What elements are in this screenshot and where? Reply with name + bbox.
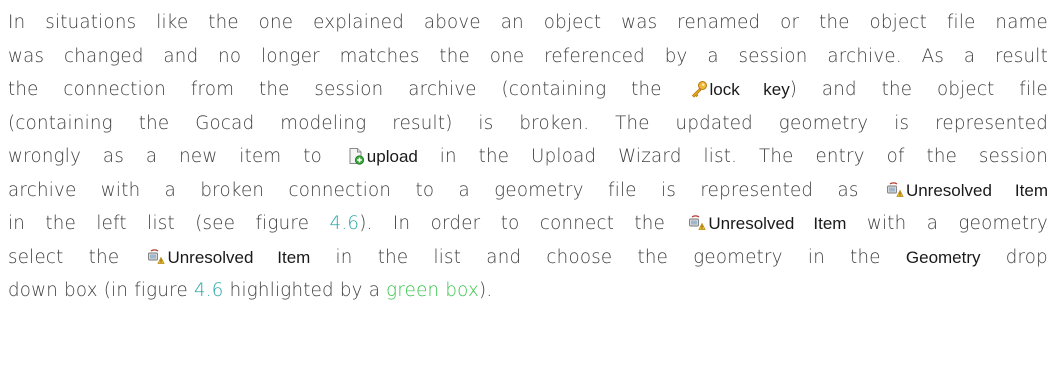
text: in the Upload Wizard list. The entry of … (439, 146, 1048, 167)
text: was changed and no longer matches the on… (8, 45, 1048, 67)
text: ). (478, 280, 493, 301)
unresolved-item-icon (688, 214, 707, 232)
text: ). In order to connect the (359, 213, 666, 234)
text: in the list and choose the geometry in t… (335, 246, 881, 268)
body-paragraph: In situations like the one explained abo… (8, 0, 1048, 308)
text: down box (in figure (8, 280, 188, 301)
lock-key-term: lock key (709, 80, 790, 99)
line-7: in the left list (see figure 4.6). In or… (8, 207, 1048, 241)
document-page: In situations like the one explained abo… (0, 0, 1056, 391)
text: ) and the object file (789, 79, 1048, 100)
text: (containing the Gocad modeling result) i… (8, 112, 1048, 134)
line-8: select the Unresolved Item in the list a… (8, 241, 1048, 275)
upload-term: upload (366, 147, 418, 166)
text: drop (1005, 246, 1048, 268)
key-icon (690, 80, 708, 98)
text: select the (8, 246, 120, 268)
line-1: In situations like the one explained abo… (8, 6, 1048, 40)
upload-document-icon (347, 147, 365, 165)
text: In situations like the one explained abo… (8, 12, 1048, 33)
figure-ref-link[interactable]: 4.6 (330, 213, 360, 234)
unresolved-item-term: Unresolved Item (708, 214, 847, 233)
text: in the left list (see figure (8, 213, 310, 234)
unresolved-item-icon (147, 248, 166, 266)
green-box-text: green box (386, 280, 479, 301)
line-2: was changed and no longer matches the on… (8, 40, 1048, 74)
text: wrongly as a new item to (8, 146, 322, 167)
geometry-term: Geometry (905, 247, 981, 267)
line-3: the connection from the session archive … (8, 73, 1048, 107)
line-5: wrongly as a new item to upload in the U… (8, 140, 1048, 174)
line-4: (containing the Gocad modeling result) i… (8, 107, 1048, 141)
unresolved-item-icon (886, 181, 904, 199)
text: with a geometry (866, 213, 1048, 234)
line-6: archive with a broken connection to a ge… (8, 174, 1048, 208)
text: archive with a broken connection to a ge… (8, 179, 859, 201)
line-9: down box (in figure 4.6 highlighted by a… (8, 274, 1048, 308)
figure-ref-link[interactable]: 4.6 (194, 280, 224, 301)
unresolved-item-term: Unresolved Item (167, 247, 311, 267)
text: the connection from the session archive … (8, 79, 662, 100)
unresolved-item-term: Unresolved Item (905, 180, 1048, 200)
text: highlighted by a (229, 280, 381, 301)
